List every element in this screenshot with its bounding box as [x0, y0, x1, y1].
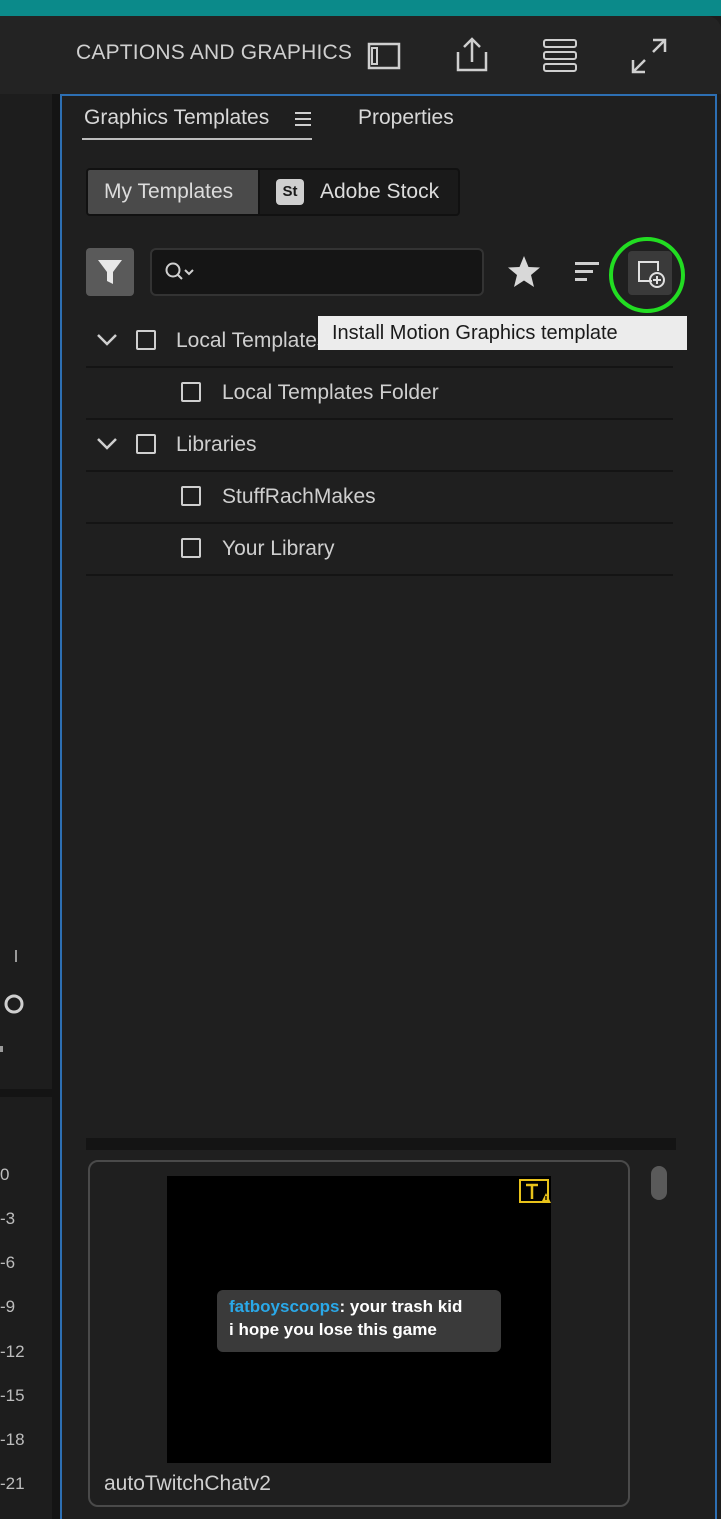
- tree-row-stuffrachmakes[interactable]: StuffRachMakes: [86, 472, 673, 524]
- tree-label: Local Templates: [176, 329, 328, 352]
- filter-button[interactable]: [86, 248, 134, 296]
- highlight-annotation: [609, 237, 685, 313]
- template-name: autoTwitchChatv2: [104, 1472, 271, 1495]
- tree-label: Your Library: [222, 537, 335, 560]
- tree-row-your-library[interactable]: Your Library: [86, 524, 673, 576]
- meter-tick: -12: [0, 1342, 25, 1361]
- slider-knob[interactable]: [0, 992, 28, 1016]
- checkbox[interactable]: [181, 382, 201, 402]
- meter-tick: -18: [0, 1430, 25, 1449]
- tree-row-local-templates-folder[interactable]: Local Templates Folder: [86, 368, 673, 420]
- filter-icon: [98, 260, 122, 284]
- window-top-strip: [0, 0, 721, 16]
- my-templates-label[interactable]: My Templates: [104, 180, 233, 204]
- checkbox[interactable]: [136, 330, 156, 350]
- tooltip: Install Motion Graphics template: [318, 316, 687, 350]
- workspace-title[interactable]: CAPTIONS AND GRAPHICS: [76, 41, 352, 65]
- checkbox[interactable]: [181, 486, 201, 506]
- meter-tick: -21: [0, 1474, 25, 1493]
- chat-message-line2: i hope you lose this game: [229, 1320, 437, 1339]
- adobe-stock-label[interactable]: Adobe Stock: [320, 180, 439, 204]
- scrollbar-thumb[interactable]: [651, 1166, 667, 1200]
- meter-marker: [0, 1046, 3, 1052]
- checkbox[interactable]: [181, 538, 201, 558]
- search-icon: [165, 262, 194, 280]
- adobe-stock-icon[interactable]: St: [276, 179, 304, 205]
- sort-icon[interactable]: [571, 258, 603, 286]
- panel-divider[interactable]: [52, 94, 60, 1519]
- panel-icon[interactable]: [362, 34, 406, 78]
- meter-tick: 0: [0, 1165, 10, 1184]
- chat-message-line1: : your trash kid: [339, 1297, 463, 1316]
- tree-label: Local Templates Folder: [222, 381, 439, 404]
- left-panel-divider[interactable]: [0, 1089, 52, 1097]
- tab-properties[interactable]: Properties: [358, 106, 454, 130]
- meter-tick: -15: [0, 1386, 25, 1405]
- star-icon[interactable]: [505, 254, 543, 290]
- export-icon[interactable]: [450, 34, 494, 78]
- chat-username: fatboyscoops: [229, 1297, 340, 1316]
- chevron-down-icon[interactable]: [96, 332, 118, 348]
- meter-marker: [15, 950, 17, 962]
- font-warning-icon: [519, 1179, 551, 1203]
- tree-label: StuffRachMakes: [222, 485, 376, 508]
- meter-tick: -3: [0, 1209, 16, 1228]
- hamburger-icon[interactable]: [293, 110, 313, 128]
- chat-bubble: fatboyscoops: your trash kid i hope you …: [217, 1290, 501, 1352]
- menu-icon[interactable]: [538, 34, 582, 78]
- meter-tick: -6: [0, 1253, 16, 1272]
- tab-graphics-templates[interactable]: Graphics Templates: [84, 106, 269, 130]
- panel-splitter[interactable]: [86, 1138, 676, 1150]
- meter-tick: -9: [0, 1297, 16, 1316]
- active-tab-indicator: [82, 138, 312, 140]
- chevron-down-icon[interactable]: [96, 436, 118, 452]
- checkbox[interactable]: [136, 434, 156, 454]
- tree-row-libraries[interactable]: Libraries: [86, 420, 673, 472]
- expand-icon[interactable]: [627, 34, 671, 78]
- tree-label: Libraries: [176, 433, 257, 456]
- search-input[interactable]: [150, 248, 484, 296]
